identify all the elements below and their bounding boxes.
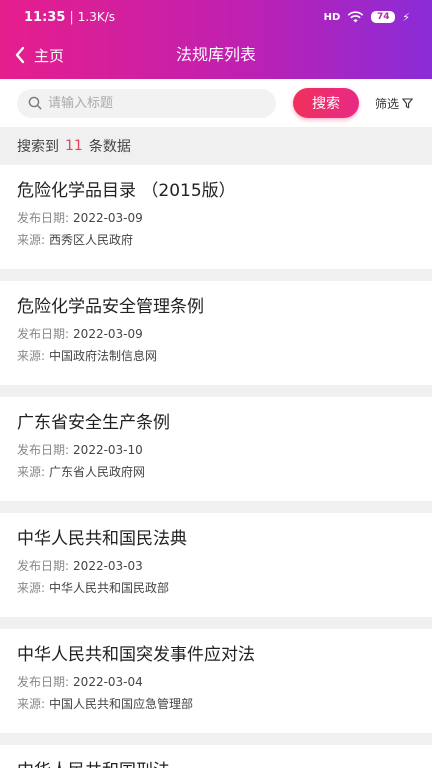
search-input[interactable] — [48, 95, 248, 111]
filter-button[interactable]: 筛选 — [375, 95, 413, 112]
item-source-row: 来源: 中国政府法制信息网 — [17, 346, 415, 366]
item-source: 中国人民共和国应急管理部 — [49, 697, 194, 711]
item-date-row: 发布日期: 2022-03-04 — [17, 672, 415, 692]
date-label: 发布日期: — [17, 675, 70, 689]
item-source-row: 来源: 西秀区人民政府 — [17, 230, 415, 250]
result-suffix: 条数据 — [88, 139, 131, 155]
item-title: 危险化学品目录 （2015版） — [17, 181, 236, 201]
item-title: 广东省安全生产条例 — [17, 413, 170, 433]
signal-icon: HD — [323, 11, 341, 23]
item-date-row: 发布日期: 2022-03-09 — [17, 208, 415, 228]
search-button[interactable]: 搜索 — [293, 88, 359, 118]
date-label: 发布日期: — [17, 443, 70, 457]
item-source: 广东省人民政府网 — [49, 465, 146, 479]
search-icon — [28, 96, 42, 110]
regulation-list: 危险化学品目录 （2015版） 发布日期: 2022-03-09 来源: 西秀区人民… — [0, 165, 432, 768]
chevron-left-icon — [15, 46, 25, 64]
date-label: 发布日期: — [17, 327, 70, 341]
list-item[interactable]: 广东省安全生产条例 发布日期: 2022-03-10 来源: 广东省人民政府网 — [0, 397, 432, 501]
source-label: 来源: — [17, 465, 46, 479]
battery-icon: 74 — [371, 11, 396, 23]
item-source-row: 来源: 中华人民共和国民政部 — [17, 578, 415, 598]
nav-bar: 主页 法规库列表 — [0, 34, 432, 79]
list-item[interactable]: 中华人民共和国民法典 发布日期: 2022-03-03 来源: 中华人民共和国民政部 — [0, 513, 432, 617]
filter-icon — [402, 97, 413, 108]
item-date-row: 发布日期: 2022-03-09 — [17, 324, 415, 344]
app-header: 11:35 | 1.3K/s HD 74 ⚡ 主页 法规库列表 — [0, 0, 432, 79]
result-prefix: 搜索到 — [17, 139, 59, 155]
item-title: 中华人民共和国突发事件应对法 — [17, 645, 255, 665]
item-title: 危险化学品安全管理条例 — [17, 297, 204, 317]
item-source: 中华人民共和国民政部 — [49, 581, 170, 595]
item-date: 2022-03-09 — [73, 327, 143, 341]
date-label: 发布日期: — [17, 559, 70, 573]
network-speed: 1.3K/s — [77, 10, 116, 24]
list-item[interactable]: 危险化学品目录 （2015版） 发布日期: 2022-03-09 来源: 西秀区人民… — [0, 165, 432, 269]
filter-label: 筛选 — [375, 96, 400, 111]
item-title: 中华人民共和国刑法 — [17, 760, 415, 768]
status-time: 11:35 — [24, 9, 66, 25]
search-box[interactable] — [17, 88, 276, 118]
back-label: 主页 — [34, 46, 65, 65]
item-source: 中国政府法制信息网 — [49, 349, 158, 363]
page-title: 法规库列表 — [175, 45, 256, 64]
date-label: 发布日期: — [17, 211, 70, 225]
status-right: HD 74 ⚡ — [324, 11, 410, 24]
source-label: 来源: — [17, 581, 46, 595]
item-source: 西秀区人民政府 — [49, 233, 134, 247]
item-source-row: 来源: 中国人民共和国应急管理部 — [17, 694, 415, 714]
item-title: 中华人民共和国民法典 — [17, 529, 187, 549]
charging-icon: ⚡ — [402, 10, 410, 24]
back-button[interactable]: 主页 — [14, 40, 64, 70]
item-source-row: 来源: 广东省人民政府网 — [17, 462, 415, 482]
status-separator: | — [69, 9, 74, 25]
status-left: 11:35 | 1.3K/s — [24, 10, 115, 25]
status-bar: 11:35 | 1.3K/s HD 74 ⚡ — [0, 0, 432, 34]
source-label: 来源: — [17, 697, 46, 711]
result-count: 11 — [65, 138, 83, 154]
result-summary: 搜索到 11 条数据 — [0, 127, 432, 165]
item-date: 2022-03-09 — [73, 211, 143, 225]
search-area: 搜索 筛选 — [0, 79, 432, 127]
wifi-icon — [348, 11, 364, 23]
item-date-row: 发布日期: 2022-03-03 — [17, 556, 415, 576]
list-item[interactable]: 中华人民共和国刑法 — [0, 745, 432, 768]
item-date-row: 发布日期: 2022-03-10 — [17, 440, 415, 460]
list-item[interactable]: 中华人民共和国突发事件应对法 发布日期: 2022-03-04 来源: 中国人民共和… — [0, 629, 432, 733]
item-date: 2022-03-10 — [73, 443, 143, 457]
item-date: 2022-03-03 — [73, 559, 143, 573]
source-label: 来源: — [17, 349, 46, 363]
item-date: 2022-03-04 — [73, 675, 143, 689]
list-item[interactable]: 危险化学品安全管理条例 发布日期: 2022-03-09 来源: 中国政府法制信息网 — [0, 281, 432, 385]
source-label: 来源: — [17, 233, 46, 247]
